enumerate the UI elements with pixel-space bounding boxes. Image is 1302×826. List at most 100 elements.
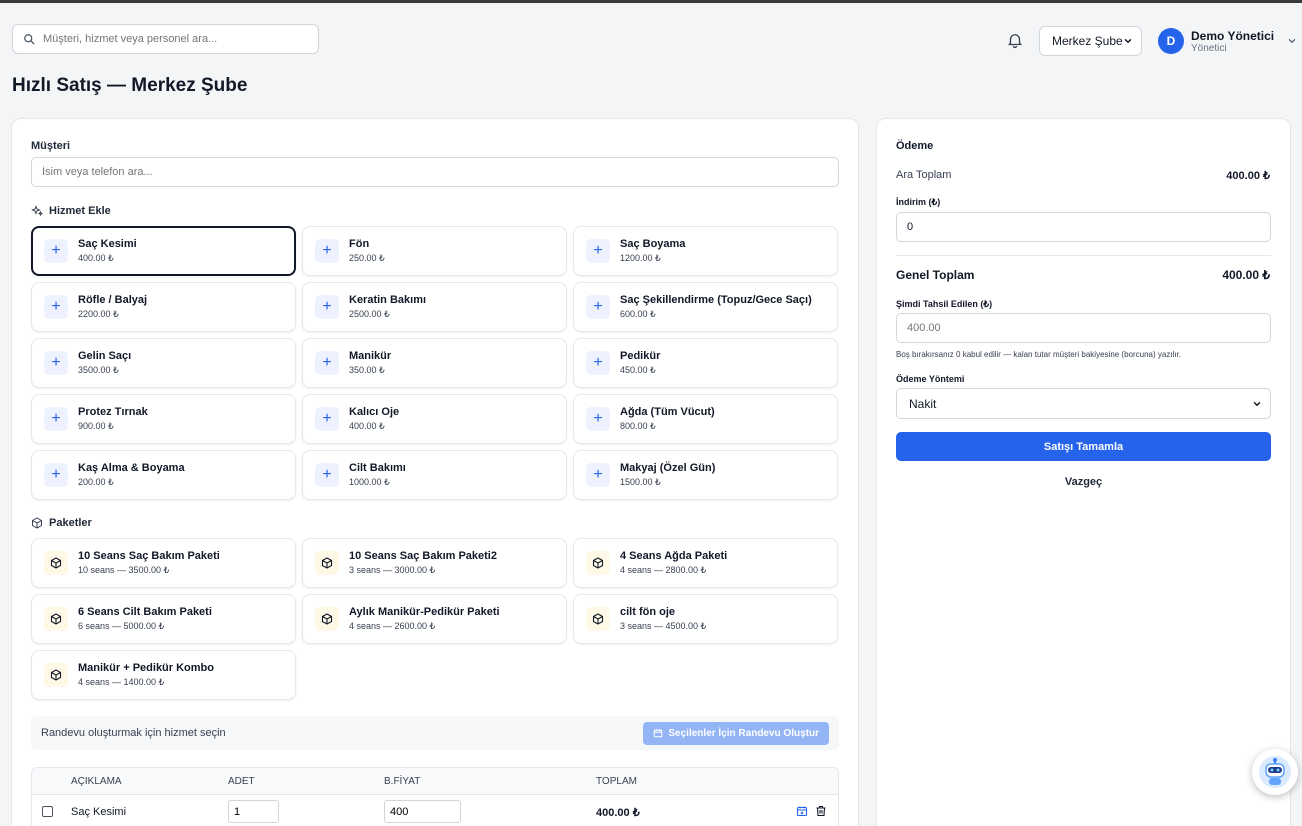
plus-icon: + (44, 295, 68, 319)
cancel-button[interactable]: Vazgeç (896, 472, 1271, 492)
package-icon (32, 517, 42, 529)
service-name: Kalıcı Oje (349, 406, 400, 418)
payment-method-select[interactable]: Nakit (896, 388, 1271, 419)
service-name: Protez Tırnak (78, 406, 148, 418)
service-card[interactable]: + Kaş Alma & Boyama 200.00 ₺ (31, 450, 296, 500)
package-icon (44, 551, 68, 575)
service-name: Manikür (349, 350, 392, 362)
packages-label: Paketler (49, 517, 92, 529)
user-menu[interactable]: D Demo Yönetici Yönetici (1158, 28, 1297, 54)
global-search-input[interactable] (43, 33, 303, 45)
plus-icon: + (44, 407, 68, 431)
global-search[interactable] (12, 24, 319, 54)
package-icon (315, 551, 339, 575)
search-icon (24, 34, 35, 45)
service-card[interactable]: + Manikür 350.00 ₺ (302, 338, 567, 388)
service-card[interactable]: + Kalıcı Oje 400.00 ₺ (302, 394, 567, 444)
trash-icon[interactable] (815, 805, 827, 817)
package-icon (315, 607, 339, 631)
payment-method-value: Nakit (909, 396, 937, 411)
package-card[interactable]: 10 Seans Saç Bakım Paketi2 3 seans — 3000… (302, 538, 567, 588)
package-detail: 4 seans — 2800.00 ₺ (620, 565, 707, 575)
calendar-icon (654, 729, 663, 738)
page-title: Hızlı Satış — Merkez Şube (12, 75, 248, 96)
payment-panel: Ödeme Ara Toplam 400.00 ₺ İndirim (₺) Ge… (876, 118, 1291, 826)
service-card[interactable]: + Saç Şekillendirme (Topuz/Gece Saçı) 600… (573, 282, 838, 332)
service-price: 3500.00 ₺ (78, 365, 119, 375)
services-heading: Hizmet Ekle (31, 205, 111, 217)
service-card[interactable]: + Saç Kesimi 400.00 ₺ (31, 226, 296, 276)
subtotal-value: 400.00 ₺ (1226, 170, 1270, 182)
package-grid: 10 Seans Saç Bakım Paketi 10 seans — 3500… (31, 538, 839, 700)
service-price: 1000.00 ₺ (349, 477, 390, 487)
collected-input[interactable] (896, 313, 1271, 343)
service-card[interactable]: + Pedikür 450.00 ₺ (573, 338, 838, 388)
branch-select[interactable]: Merkez Şube (1039, 26, 1142, 56)
plus-icon: + (315, 239, 339, 263)
package-detail: 4 seans — 2600.00 ₺ (349, 621, 436, 631)
services-label: Hizmet Ekle (49, 205, 111, 217)
chevron-down-icon (1288, 38, 1296, 43)
plus-icon: + (586, 295, 610, 319)
bell-icon[interactable] (1006, 31, 1024, 49)
package-detail: 3 seans — 3000.00 ₺ (349, 565, 436, 575)
plus-icon: + (44, 463, 68, 487)
create-appointment-label: Seçilenler İçin Randevu Oluştur (668, 727, 819, 739)
grand-total-value: 400.00 ₺ (1222, 268, 1270, 282)
plus-icon: + (315, 351, 339, 375)
calendar-add-icon[interactable] (796, 805, 808, 817)
grand-total-label: Genel Toplam (896, 268, 975, 282)
package-detail: 6 seans — 5000.00 ₺ (78, 621, 165, 631)
service-card[interactable]: + Saç Boyama 1200.00 ₺ (573, 226, 838, 276)
service-name: Saç Boyama (620, 238, 686, 250)
row-total: 400.00 ₺ (596, 807, 640, 819)
package-name: Aylık Manikür-Pedikür Paketi (349, 606, 500, 618)
row-checkbox[interactable] (42, 806, 53, 817)
discount-input[interactable] (896, 212, 1271, 242)
avatar: D (1158, 28, 1184, 54)
service-card[interactable]: + Makyaj (Özel Gün) 1500.00 ₺ (573, 450, 838, 500)
service-price: 2200.00 ₺ (78, 309, 119, 319)
collected-hint: Boş bırakırsanız 0 kabul edilir — kalan … (896, 350, 1182, 359)
complete-sale-button[interactable]: Satışı Tamamla (896, 432, 1271, 461)
payment-title: Ödeme (896, 140, 934, 152)
row-qty-input[interactable] (228, 800, 279, 823)
cart-table-header: AÇIKLAMA ADET B.FİYAT TOPLAM (32, 768, 838, 795)
package-icon (586, 551, 610, 575)
row-description: Saç Kesimi (71, 806, 127, 818)
service-card[interactable]: + Ağda (Tüm Vücut) 800.00 ₺ (573, 394, 838, 444)
package-detail: 4 seans — 1400.00 ₺ (78, 677, 165, 687)
service-name: Keratin Bakımı (349, 294, 427, 306)
column-header: ADET (228, 776, 255, 787)
service-card[interactable]: + Protez Tırnak 900.00 ₺ (31, 394, 296, 444)
service-price: 800.00 ₺ (620, 421, 656, 431)
chevron-down-icon (1253, 401, 1261, 406)
sale-builder-panel: Müşteri Hizmet Ekle + Saç Kesimi 400.00 ₺… (11, 118, 859, 826)
assistant-bot-button[interactable] (1252, 749, 1298, 795)
service-price: 1200.00 ₺ (620, 253, 661, 263)
package-card[interactable]: Aylık Manikür-Pedikür Paketi 4 seans — 26… (302, 594, 567, 644)
package-card[interactable]: 6 Seans Cilt Bakım Paketi 6 seans — 5000.… (31, 594, 296, 644)
plus-icon: + (586, 407, 610, 431)
column-header: B.FİYAT (384, 776, 421, 787)
service-card[interactable]: + Cilt Bakımı 1000.00 ₺ (302, 450, 567, 500)
appointment-bar: Randevu oluşturmak için hizmet seçin Seç… (31, 716, 839, 750)
service-price: 350.00 ₺ (349, 365, 385, 375)
package-card[interactable]: 10 Seans Saç Bakım Paketi 10 seans — 3500… (31, 538, 296, 588)
package-name: cilt fön oje (620, 606, 675, 618)
service-name: Saç Şekillendirme (Topuz/Gece Saçı) (620, 294, 812, 306)
service-card[interactable]: + Gelin Saçı 3500.00 ₺ (31, 338, 296, 388)
row-price-input[interactable] (384, 800, 461, 823)
package-card[interactable]: cilt fön oje 3 seans — 4500.00 ₺ (573, 594, 838, 644)
service-grid: + Saç Kesimi 400.00 ₺ + Fön 250.00 ₺ + Saç… (31, 226, 839, 500)
package-card[interactable]: 4 Seans Ağda Paketi 4 seans — 2800.00 ₺ (573, 538, 838, 588)
create-appointment-button[interactable]: Seçilenler İçin Randevu Oluştur (643, 721, 829, 745)
package-card[interactable]: Manikür + Pedikür Kombo 4 seans — 1400.00… (31, 650, 296, 700)
package-name: 6 Seans Cilt Bakım Paketi (78, 606, 212, 618)
service-card[interactable]: + Fön 250.00 ₺ (302, 226, 567, 276)
service-card[interactable]: + Keratin Bakımı 2500.00 ₺ (302, 282, 567, 332)
service-card[interactable]: + Röfle / Balyaj 2200.00 ₺ (31, 282, 296, 332)
customer-search-input[interactable] (31, 157, 839, 187)
top-bar: Merkez Şube D Demo Yönetici Yönetici (0, 3, 1302, 81)
service-name: Saç Kesimi (78, 238, 137, 250)
